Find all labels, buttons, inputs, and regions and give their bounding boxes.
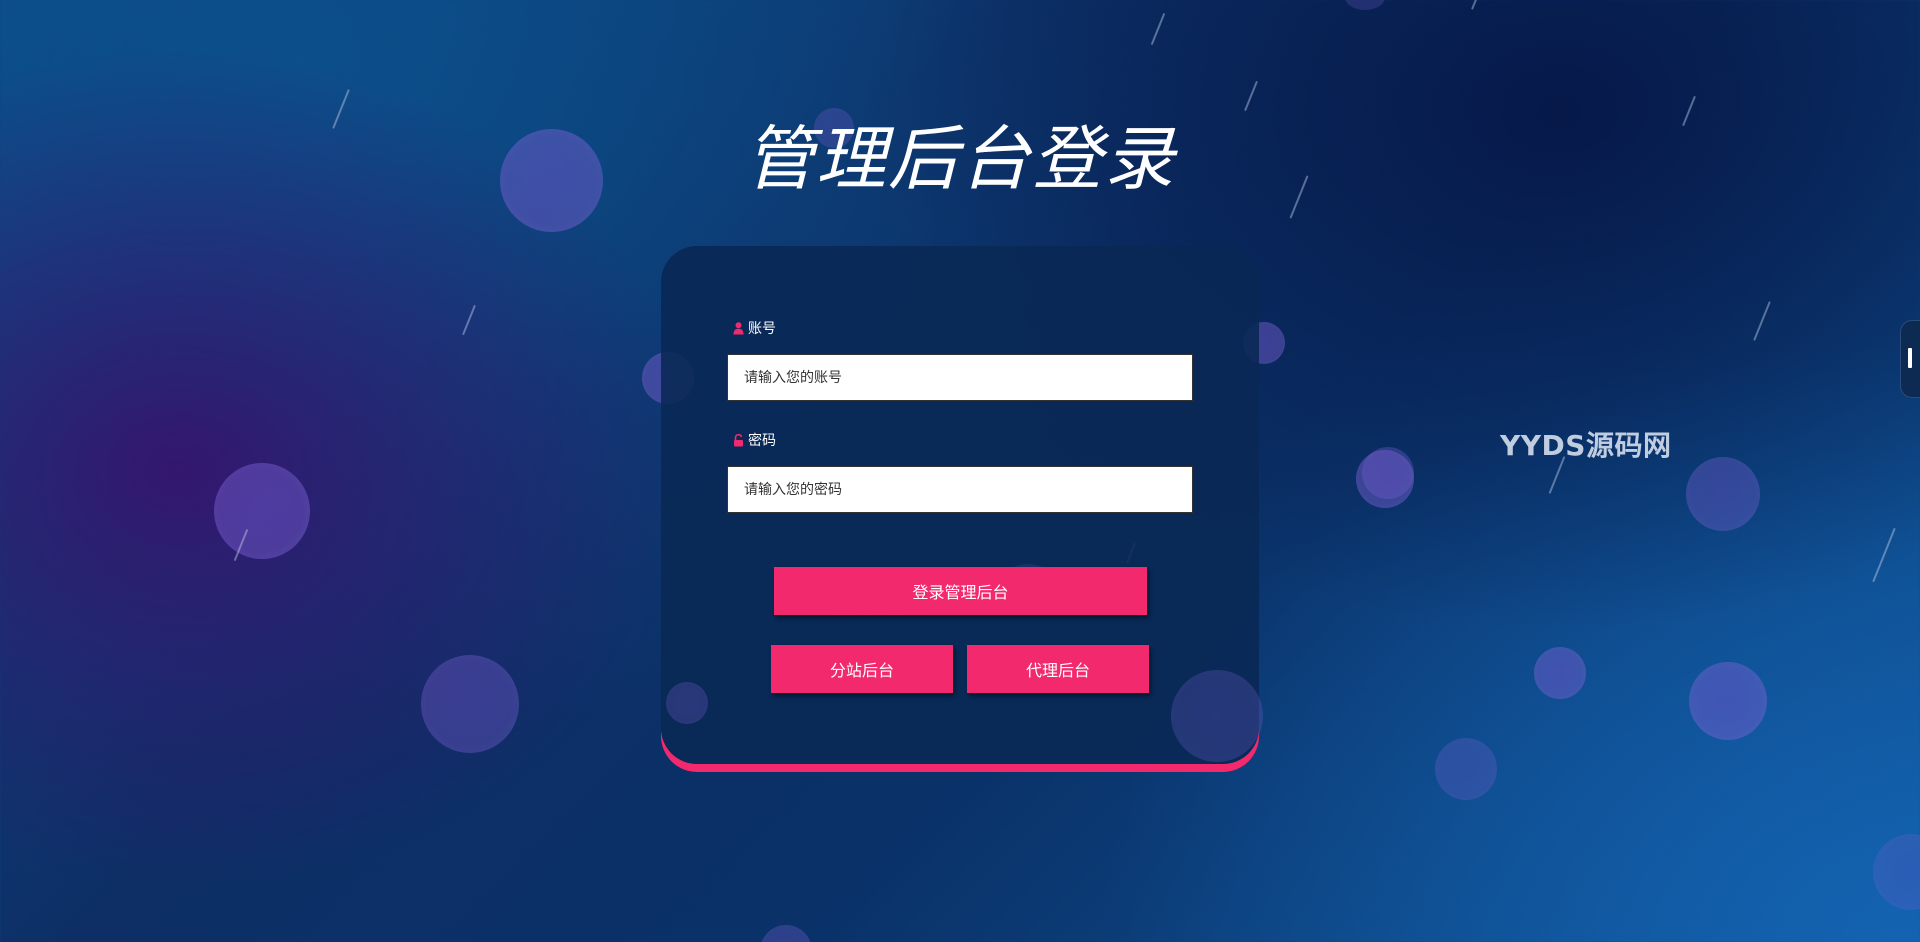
account-label-text: 账号 [748,321,776,337]
agent-admin-button[interactable]: 代理后台 [967,645,1149,693]
login-button[interactable]: 登录管理后台 [774,567,1147,615]
background-bubble [1362,447,1414,499]
background-bubble [1689,662,1767,740]
account-label: 账号 [733,318,776,338]
password-label: 密码 [733,430,776,450]
watermark-logo: YYDS源码网 [1500,429,1672,462]
password-label-text: 密码 [748,433,776,449]
rain-streak [462,304,476,336]
rain-streak [1471,0,1479,10]
background-bubble [214,463,310,559]
user-icon [733,321,744,335]
grip-icon [1908,348,1912,368]
substation-admin-button[interactable]: 分站后台 [771,645,953,693]
account-input[interactable] [727,354,1193,401]
background-bubble [1534,647,1586,699]
rain-streak [1753,301,1771,341]
rain-streak [1150,12,1166,46]
background-bubble [421,655,519,753]
background-bubble [1171,670,1263,762]
rain-streak [233,528,249,562]
background-bubble [1345,0,1385,10]
background-bubble [760,925,812,942]
side-panel-toggle[interactable] [1900,320,1920,398]
background-bubble [1686,457,1760,531]
background-bubble [1356,450,1414,508]
page-title: 管理后台登录 [744,118,1176,200]
background-bubble [1873,834,1920,910]
lock-icon [733,433,744,447]
rain-streak [1872,527,1896,583]
background-bubble [1435,738,1497,800]
password-input[interactable] [727,466,1193,513]
login-card: 账号 密码 登录管理后台 分站后台 代理后台 [661,246,1263,764]
background-bubble [666,682,708,724]
